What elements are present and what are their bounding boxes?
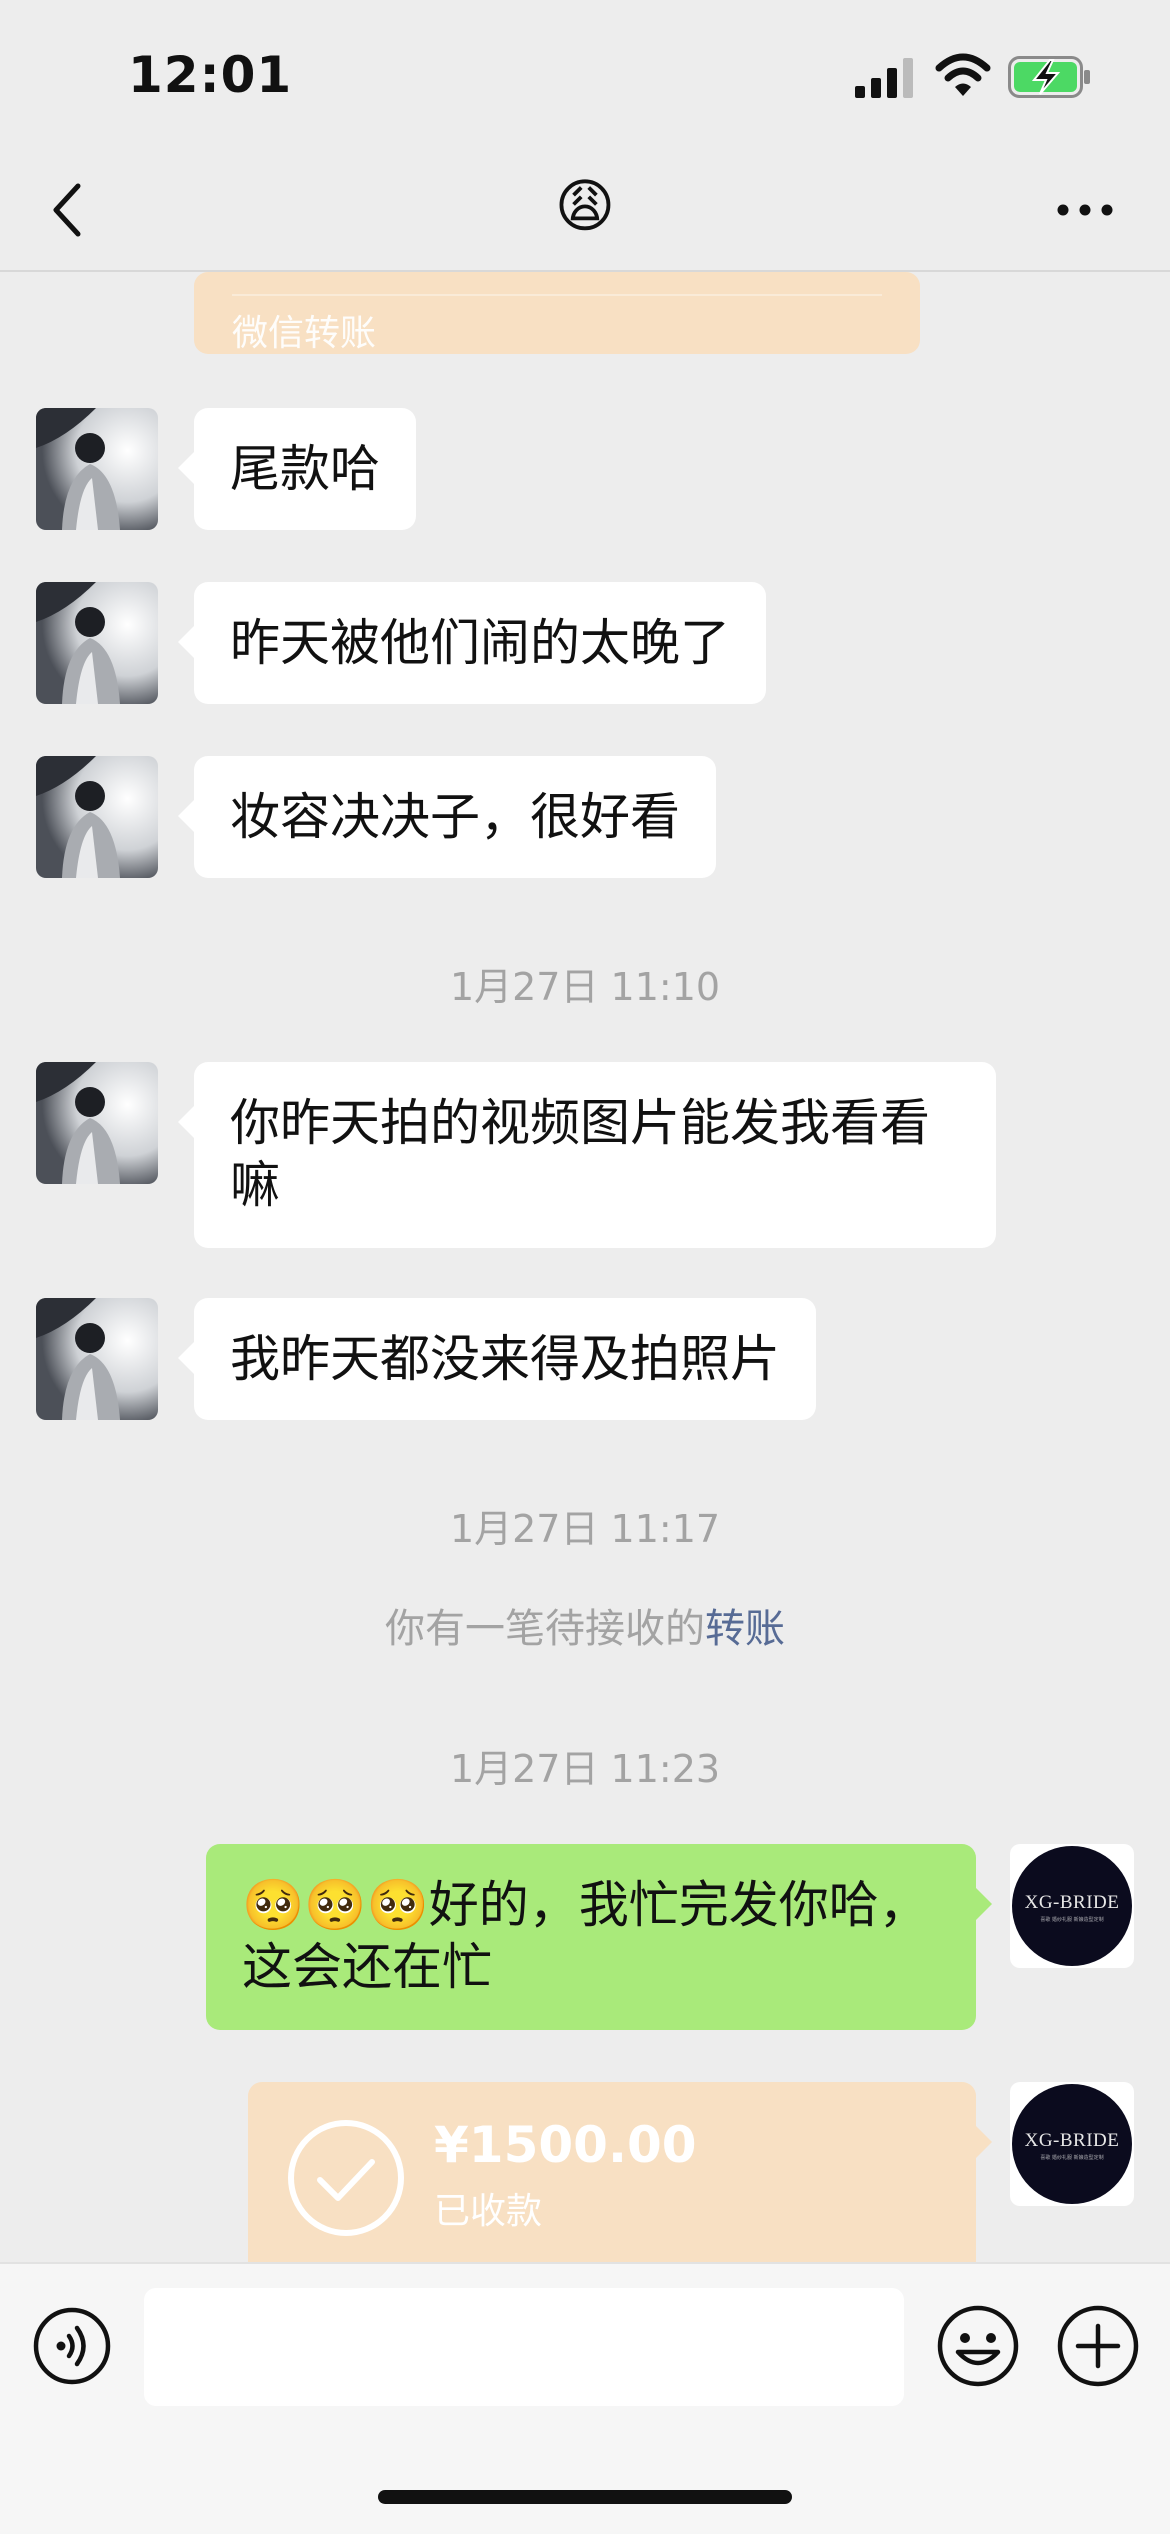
message-timestamp: 1月27日 11:23 xyxy=(449,1747,721,1791)
my-avatar[interactable]: XG-BRIDE 喜歌 婚纱礼服 新娘造型定制 xyxy=(1010,2082,1134,2206)
transfer-link[interactable]: 转账 xyxy=(705,1606,785,1652)
contact-avatar[interactable] xyxy=(36,756,158,878)
home-indicator xyxy=(378,2490,792,2504)
more-options-icon[interactable] xyxy=(1056,200,1114,220)
transfer-card[interactable]: ¥1500.00 已收款 xyxy=(248,2082,992,2272)
received-message-bubble[interactable]: 妆容决决子，很好看 xyxy=(178,756,716,878)
voice-input-icon[interactable] xyxy=(32,2306,112,2386)
wifi-icon xyxy=(935,53,991,96)
received-message-bubble[interactable]: 尾款哈 xyxy=(178,408,416,530)
status-time: 12:01 xyxy=(128,46,293,104)
message-timestamp: 1月27日 11:17 xyxy=(449,1507,721,1551)
brand-logo: XG-BRIDE 喜歌 婚纱礼服 新娘造型定制 xyxy=(1012,2084,1132,2204)
card-divider xyxy=(232,294,882,296)
status-bar: 12:01 xyxy=(0,0,1170,150)
emoji-icon[interactable] xyxy=(936,2304,1020,2388)
notice-text: 你有一笔待接收的 xyxy=(385,1606,705,1652)
message-input[interactable] xyxy=(144,2288,904,2406)
contact-avatar[interactable] xyxy=(36,582,158,704)
sent-message-bubble[interactable]: 🥺🥺🥺好的，我忙完发你哈， 这会还在忙 xyxy=(206,1844,992,2030)
bubble-tail xyxy=(976,2126,992,2158)
chat-title: 😩 xyxy=(554,172,616,240)
message-text: 好的，我忙完发你哈， xyxy=(428,1876,929,1934)
input-toolbar xyxy=(0,2262,1170,2534)
message-text: 尾款哈 xyxy=(230,440,380,498)
message-timestamp: 1月27日 11:10 xyxy=(449,965,721,1009)
transfer-amount: ¥1500.00 xyxy=(434,2116,697,2174)
message-text-line: 🥺🥺🥺好的，我忙完发你哈， xyxy=(242,1874,940,1936)
message-text-line: 这会还在忙 xyxy=(242,1938,492,1996)
received-message-bubble[interactable]: 昨天被他们闹的太晚了 xyxy=(178,582,766,704)
pleading-emoji: 🥺🥺🥺 xyxy=(242,1876,429,1934)
message-text: 我昨天都没来得及拍照片 xyxy=(230,1330,780,1388)
pending-transfer-notice: 你有一笔待接收的转账 xyxy=(0,1596,1170,1654)
my-avatar[interactable]: XG-BRIDE 喜歌 婚纱礼服 新娘造型定制 xyxy=(1010,1844,1134,1968)
contact-avatar[interactable] xyxy=(36,408,158,530)
transfer-card-label: 微信转账 xyxy=(232,313,377,354)
brand-logo: XG-BRIDE 喜歌 婚纱礼服 新娘造型定制 xyxy=(1012,1846,1132,1966)
message-text: 妆容决决子，很好看 xyxy=(230,788,680,846)
check-circle-icon xyxy=(288,2120,404,2236)
contact-avatar[interactable] xyxy=(36,1298,158,1420)
chat-header: 😩 xyxy=(0,150,1170,272)
brand-logo-text: XG-BRIDE xyxy=(1024,1892,1120,1913)
message-text: 昨天被他们闹的太晚了 xyxy=(230,614,730,672)
received-message-bubble[interactable]: 我昨天都没来得及拍照片 xyxy=(178,1298,816,1420)
transfer-card-partial[interactable]: 微信转账 xyxy=(194,272,920,354)
message-text-line: 你昨天拍的视频图片能发我看看 xyxy=(230,1094,930,1152)
message-text-line: 嘛 xyxy=(230,1156,280,1214)
brand-logo-subtext: 喜歌 婚纱礼服 新娘造型定制 xyxy=(1040,2155,1104,2161)
add-more-icon[interactable] xyxy=(1056,2304,1140,2388)
received-message-bubble[interactable]: 你昨天拍的视频图片能发我看看 嘛 xyxy=(178,1062,996,1248)
transfer-status: 已收款 xyxy=(434,2191,543,2232)
contact-avatar[interactable] xyxy=(36,1062,158,1184)
brand-logo-subtext: 喜歌 婚纱礼服 新娘造型定制 xyxy=(1040,1917,1104,1923)
battery-charging-icon xyxy=(1008,56,1090,98)
brand-logo-text: XG-BRIDE xyxy=(1024,2130,1120,2151)
cellular-signal-icon xyxy=(855,58,913,98)
message-list[interactable]: 微信转账 尾款哈 昨天被他们闹的太晚了 妆容决决子，很好看 1月27日 11:1… xyxy=(0,272,1170,2272)
